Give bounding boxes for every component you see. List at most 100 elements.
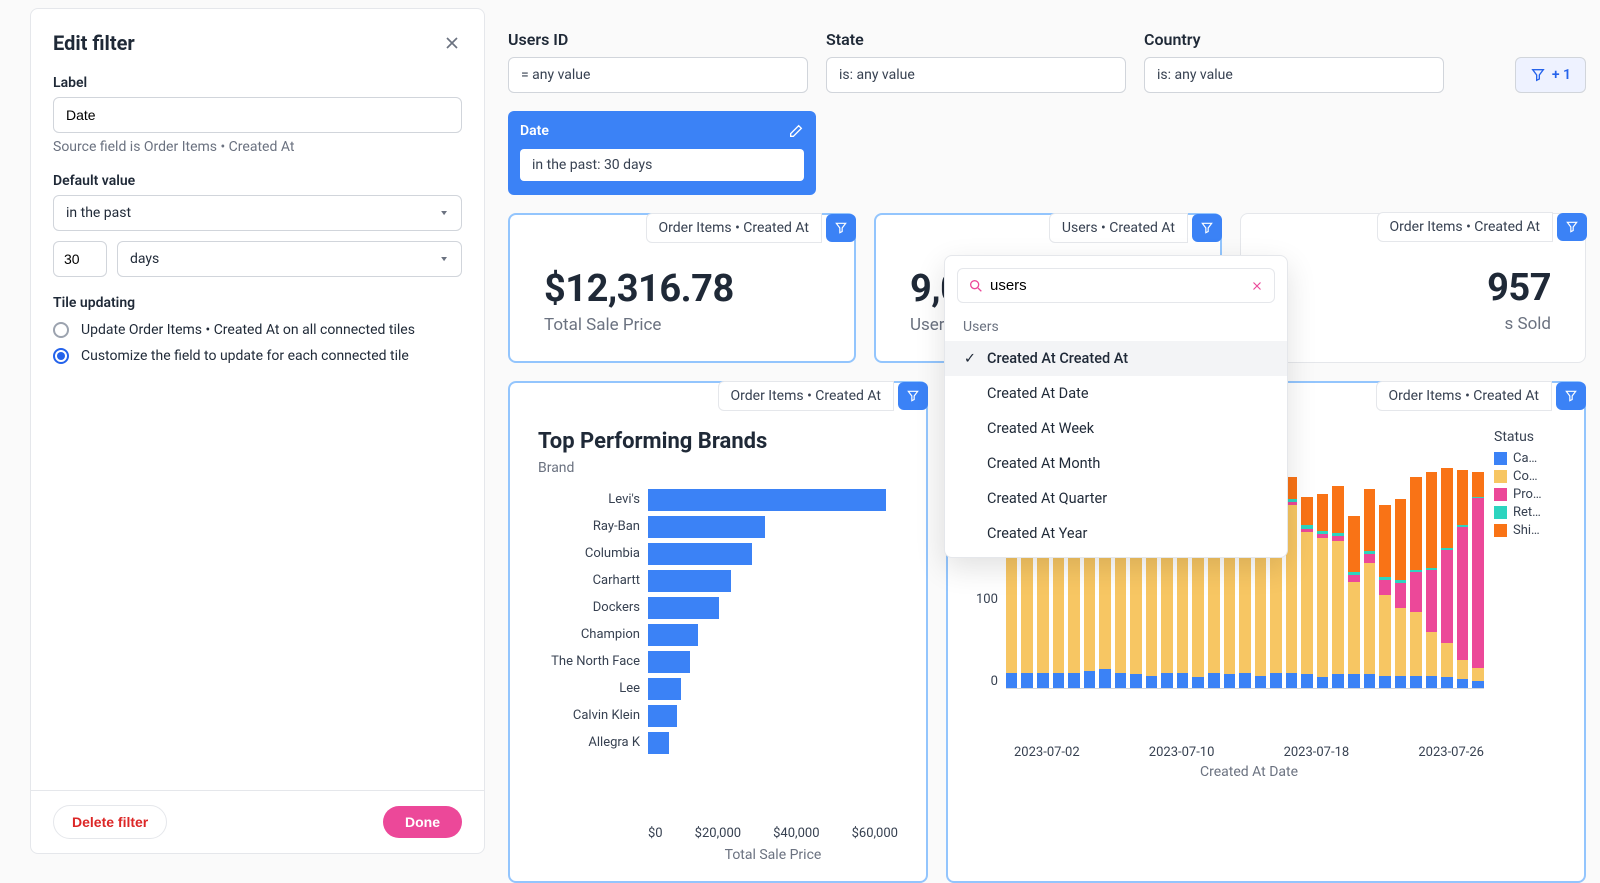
vbar-column: [1317, 494, 1329, 688]
hbar-bar: [648, 543, 752, 565]
delete-filter-button[interactable]: Delete filter: [53, 805, 167, 839]
source-label[interactable]: Users • Created At: [1049, 213, 1188, 243]
done-button[interactable]: Done: [383, 806, 462, 838]
axis-tick: 2023-07-10: [1149, 745, 1215, 760]
search-input[interactable]: [984, 275, 1250, 296]
radio-customize[interactable]: Customize the field to update for each c…: [53, 343, 462, 369]
label-input[interactable]: [53, 97, 462, 133]
radio-label: Customize the field to update for each c…: [81, 348, 409, 364]
popover-option[interactable]: Created At Year: [945, 516, 1287, 551]
add-filter-label: + 1: [1552, 67, 1571, 83]
filter-icon[interactable]: [826, 214, 856, 242]
popover-option[interactable]: Created At Date: [945, 376, 1287, 411]
filter-icon[interactable]: [1192, 214, 1222, 242]
popover-option-label: Created At Quarter: [987, 490, 1107, 507]
date-tile-value[interactable]: in the past: 30 days: [520, 149, 804, 181]
legend-item[interactable]: Ret…: [1494, 505, 1556, 520]
filter-value-box[interactable]: = any value: [508, 57, 808, 93]
hbar-category-label: Dockers: [538, 600, 640, 615]
radio-label: Update Order Items • Created At on all c…: [81, 322, 415, 338]
vbar-segment: [1348, 674, 1360, 688]
kpi-label: s Sold: [1275, 314, 1551, 334]
vbar-column: [1348, 516, 1360, 688]
hbar-bar: [648, 516, 765, 538]
clear-icon[interactable]: [1250, 279, 1264, 293]
hbar-row: Columbia: [648, 540, 898, 567]
hbar-bar: [648, 570, 731, 592]
hbar-bar: [648, 732, 669, 754]
vbar-segment: [1146, 676, 1158, 688]
popover-option[interactable]: ✓Created At Created At: [945, 341, 1287, 376]
vbar-column: [1364, 489, 1376, 688]
vbar-segment: [1332, 541, 1344, 674]
filter-icon[interactable]: [1557, 213, 1587, 241]
legend-item[interactable]: Co…: [1494, 469, 1556, 484]
vbar-segment: [1332, 674, 1344, 688]
source-label[interactable]: Order Items • Created At: [718, 381, 895, 411]
date-filter-tile: Date in the past: 30 days: [508, 111, 816, 195]
add-filter-button[interactable]: + 1: [1515, 57, 1586, 93]
vbar-segment: [1192, 677, 1204, 688]
filter-value-box[interactable]: is: any value: [826, 57, 1126, 93]
popover-option[interactable]: Created At Week: [945, 411, 1287, 446]
vbar-segment: [1426, 676, 1438, 688]
hbar-category-label: Calvin Klein: [538, 708, 640, 723]
radio-update-all[interactable]: Update Order Items • Created At on all c…: [53, 317, 462, 343]
vbar-segment: [1115, 673, 1127, 688]
vbar-column: [1441, 468, 1453, 688]
hbar-category-label: Lee: [538, 681, 640, 696]
vbar-column: [1395, 499, 1407, 688]
vbar-segment: [1441, 468, 1453, 548]
hbar-row: The North Face: [648, 648, 898, 675]
axis-tick: $0: [648, 826, 663, 841]
filter-country: Country is: any value: [1144, 30, 1444, 93]
default-mode-select[interactable]: in the past ▼: [53, 195, 462, 231]
popover-option-label: Created At Year: [987, 525, 1087, 542]
field-search-popover: Users ✓Created At Created AtCreated At D…: [944, 255, 1288, 558]
panel-title: Edit filter: [53, 31, 135, 55]
hbar-category-label: Carhartt: [538, 573, 640, 588]
legend-item[interactable]: Shi…: [1494, 523, 1556, 538]
hbar-row: Calvin Klein: [648, 702, 898, 729]
vbar-segment: [1317, 494, 1329, 531]
filter-icon[interactable]: [1556, 382, 1586, 410]
vchart-x-ticks: 2023-07-022023-07-102023-07-182023-07-26: [976, 745, 1556, 760]
legend-swatch: [1494, 506, 1507, 519]
legend-item[interactable]: Pro…: [1494, 487, 1556, 502]
legend-item[interactable]: Ca…: [1494, 451, 1556, 466]
label-field-label: Label: [53, 75, 462, 91]
vbar-segment: [1379, 676, 1391, 688]
source-label[interactable]: Order Items • Created At: [1376, 381, 1553, 411]
axis-tick: $60,000: [852, 826, 898, 841]
edit-icon[interactable]: [788, 123, 804, 139]
chart-legend: Status Ca…Co…Pro…Ret…Shi…: [1484, 429, 1556, 739]
close-icon[interactable]: [442, 33, 462, 53]
default-number-input[interactable]: [53, 241, 107, 277]
radio-icon: [53, 348, 69, 364]
default-mode-value: in the past: [66, 205, 131, 221]
popover-option[interactable]: Created At Month: [945, 446, 1287, 481]
vbar-segment: [1317, 538, 1329, 677]
vbar-segment: [1410, 612, 1422, 675]
vbar-segment: [1441, 550, 1453, 643]
label-field-group: Label Source field is Order Items • Crea…: [53, 75, 462, 155]
vbar-segment: [1317, 677, 1329, 688]
vbar-segment: [1224, 674, 1236, 688]
default-unit-value: days: [130, 251, 159, 267]
source-label[interactable]: Order Items • Created At: [646, 213, 823, 243]
vbar-segment: [1472, 681, 1484, 688]
popover-option-label: Created At Created At: [987, 350, 1128, 367]
vbar-segment: [1332, 486, 1344, 532]
source-label[interactable]: Order Items • Created At: [1377, 212, 1554, 242]
default-unit-select[interactable]: days ▼: [117, 241, 462, 277]
legend-swatch: [1494, 488, 1507, 501]
vbar-segment: [1348, 582, 1360, 675]
vbar-segment: [1364, 489, 1376, 551]
vbar-segment: [1239, 673, 1251, 688]
filter-value-box[interactable]: is: any value: [1144, 57, 1444, 93]
hbar-row: Carhartt: [648, 567, 898, 594]
chart-title: Top Performing Brands: [538, 429, 898, 454]
popover-option[interactable]: Created At Quarter: [945, 481, 1287, 516]
vbar-segment: [1410, 572, 1422, 612]
filter-icon[interactable]: [898, 382, 928, 410]
